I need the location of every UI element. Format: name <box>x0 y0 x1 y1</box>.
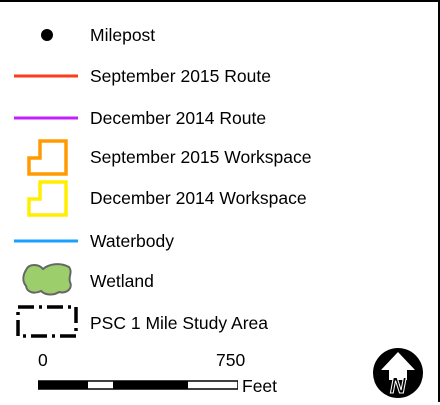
scale-unit-label: Feet <box>242 376 278 396</box>
legend-item-september-2015-route: September 2015 Route <box>0 61 430 91</box>
legend-item-december-2014-workspace: December 2014 Workspace <box>0 180 430 217</box>
workspace-polygon-icon <box>12 179 82 217</box>
legend-label: September 2015 Route <box>90 66 271 86</box>
map-legend: Milepost September 2015 Route December 2… <box>0 0 440 402</box>
legend-item-milepost: Milepost <box>0 20 430 50</box>
north-arrow-icon: N <box>371 346 425 400</box>
legend-label: September 2015 Workspace <box>90 147 312 167</box>
workspace-polygon-icon <box>12 138 82 176</box>
legend-label: December 2014 Workspace <box>90 188 307 208</box>
scale-bar-graphic <box>38 380 238 390</box>
study-area-boundary-icon <box>12 302 82 340</box>
legend-label: December 2014 Route <box>90 108 267 128</box>
legend-item-psc-study-area: PSC 1 Mile Study Area <box>0 305 430 338</box>
scale-end-label: 750 <box>216 350 246 370</box>
waterbody-line-icon <box>12 226 82 256</box>
legend-item-waterbody: Waterbody <box>0 226 430 256</box>
legend-label: PSC 1 Mile Study Area <box>90 313 268 333</box>
north-arrow-letter: N <box>390 373 407 398</box>
legend-label: Waterbody <box>90 231 174 251</box>
legend-item-december-2014-route: December 2014 Route <box>0 103 430 133</box>
legend-label: Milepost <box>90 25 156 45</box>
legend-label: Wetland <box>90 271 154 291</box>
route-line-icon <box>12 61 82 91</box>
milepost-point-icon <box>12 20 82 50</box>
route-line-icon <box>12 103 82 133</box>
scale-bar: 0 750 Feet <box>30 348 277 398</box>
scale-start-label: 0 <box>38 350 48 370</box>
wetland-polygon-icon <box>12 260 82 298</box>
legend-item-september-2015-workspace: September 2015 Workspace <box>0 139 430 176</box>
legend-item-wetland: Wetland <box>0 263 430 296</box>
